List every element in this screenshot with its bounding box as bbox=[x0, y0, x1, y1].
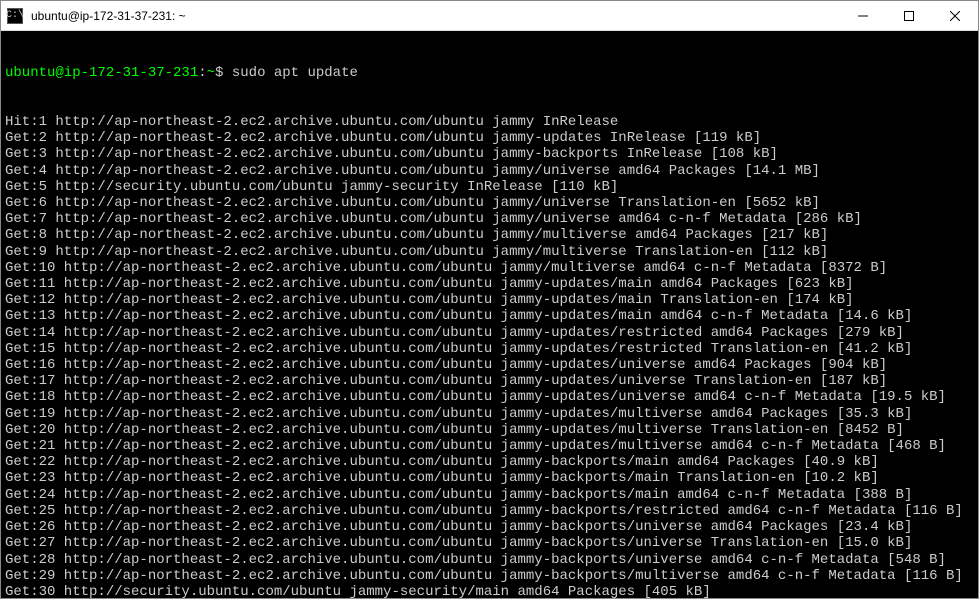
prompt-sep: : bbox=[198, 65, 206, 81]
output-line: Get:8 http://ap-northeast-2.ec2.archive.… bbox=[5, 227, 974, 243]
terminal-output: Hit:1 http://ap-northeast-2.ec2.archive.… bbox=[5, 114, 974, 598]
prompt-userhost: ubuntu@ip-172-31-37-231 bbox=[5, 65, 198, 81]
prompt-line: ubuntu@ip-172-31-37-231:~$ sudo apt upda… bbox=[5, 65, 974, 81]
output-line: Get:26 http://ap-northeast-2.ec2.archive… bbox=[5, 519, 974, 535]
output-line: Get:17 http://ap-northeast-2.ec2.archive… bbox=[5, 373, 974, 389]
output-line: Get:15 http://ap-northeast-2.ec2.archive… bbox=[5, 341, 974, 357]
output-line: Hit:1 http://ap-northeast-2.ec2.archive.… bbox=[5, 114, 974, 130]
window-title: ubuntu@ip-172-31-37-231: ~ bbox=[29, 9, 840, 23]
output-line: Get:19 http://ap-northeast-2.ec2.archive… bbox=[5, 406, 974, 422]
close-icon bbox=[950, 11, 960, 21]
window-controls bbox=[840, 1, 978, 30]
minimize-icon bbox=[858, 11, 868, 21]
output-line: Get:14 http://ap-northeast-2.ec2.archive… bbox=[5, 325, 974, 341]
titlebar[interactable]: C:\ ubuntu@ip-172-31-37-231: ~ bbox=[1, 1, 978, 31]
output-line: Get:22 http://ap-northeast-2.ec2.archive… bbox=[5, 454, 974, 470]
output-line: Get:7 http://ap-northeast-2.ec2.archive.… bbox=[5, 211, 974, 227]
prompt-command: sudo apt update bbox=[232, 65, 358, 81]
maximize-icon bbox=[904, 11, 914, 21]
output-line: Get:29 http://ap-northeast-2.ec2.archive… bbox=[5, 568, 974, 584]
output-line: Get:3 http://ap-northeast-2.ec2.archive.… bbox=[5, 146, 974, 162]
output-line: Get:25 http://ap-northeast-2.ec2.archive… bbox=[5, 503, 974, 519]
output-line: Get:10 http://ap-northeast-2.ec2.archive… bbox=[5, 260, 974, 276]
output-line: Get:9 http://ap-northeast-2.ec2.archive.… bbox=[5, 244, 974, 260]
minimize-button[interactable] bbox=[840, 1, 886, 30]
output-line: Get:30 http://security.ubuntu.com/ubuntu… bbox=[5, 584, 974, 598]
output-line: Get:4 http://ap-northeast-2.ec2.archive.… bbox=[5, 163, 974, 179]
output-line: Get:16 http://ap-northeast-2.ec2.archive… bbox=[5, 357, 974, 373]
output-line: Get:6 http://ap-northeast-2.ec2.archive.… bbox=[5, 195, 974, 211]
output-line: Get:28 http://ap-northeast-2.ec2.archive… bbox=[5, 552, 974, 568]
terminal-body[interactable]: ubuntu@ip-172-31-37-231:~$ sudo apt upda… bbox=[1, 31, 978, 598]
maximize-button[interactable] bbox=[886, 1, 932, 30]
output-line: Get:21 http://ap-northeast-2.ec2.archive… bbox=[5, 438, 974, 454]
terminal-window: C:\ ubuntu@ip-172-31-37-231: ~ ubuntu@ip… bbox=[0, 0, 979, 599]
output-line: Get:2 http://ap-northeast-2.ec2.archive.… bbox=[5, 130, 974, 146]
output-line: Get:24 http://ap-northeast-2.ec2.archive… bbox=[5, 487, 974, 503]
output-line: Get:27 http://ap-northeast-2.ec2.archive… bbox=[5, 535, 974, 551]
close-button[interactable] bbox=[932, 1, 978, 30]
prompt-path: ~ bbox=[207, 65, 215, 81]
output-line: Get:13 http://ap-northeast-2.ec2.archive… bbox=[5, 308, 974, 324]
output-line: Get:11 http://ap-northeast-2.ec2.archive… bbox=[5, 276, 974, 292]
terminal-icon: C:\ bbox=[7, 8, 23, 24]
output-line: Get:20 http://ap-northeast-2.ec2.archive… bbox=[5, 422, 974, 438]
output-line: Get:5 http://security.ubuntu.com/ubuntu … bbox=[5, 179, 974, 195]
output-line: Get:23 http://ap-northeast-2.ec2.archive… bbox=[5, 470, 974, 486]
output-line: Get:18 http://ap-northeast-2.ec2.archive… bbox=[5, 389, 974, 405]
output-line: Get:12 http://ap-northeast-2.ec2.archive… bbox=[5, 292, 974, 308]
prompt-dollar: $ bbox=[215, 65, 223, 81]
